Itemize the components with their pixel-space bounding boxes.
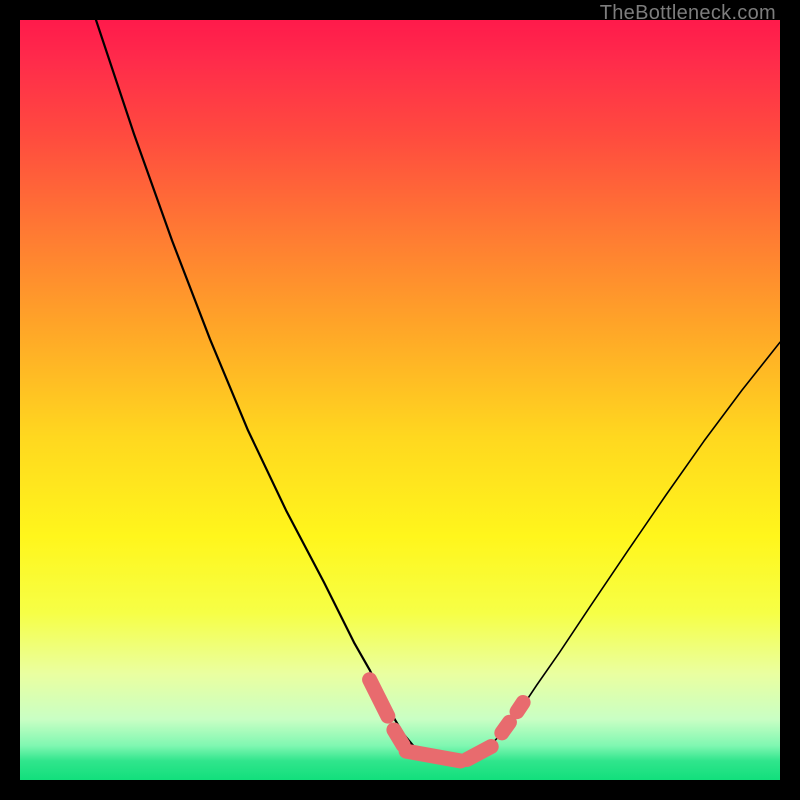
chart-frame <box>20 20 780 780</box>
chart-plot <box>20 20 780 780</box>
marker-region-seg-5 <box>517 702 523 711</box>
marker-region-seg-2 <box>406 751 461 761</box>
marker-region-seg-1 <box>394 730 403 745</box>
marker-region-seg-4 <box>502 722 510 733</box>
